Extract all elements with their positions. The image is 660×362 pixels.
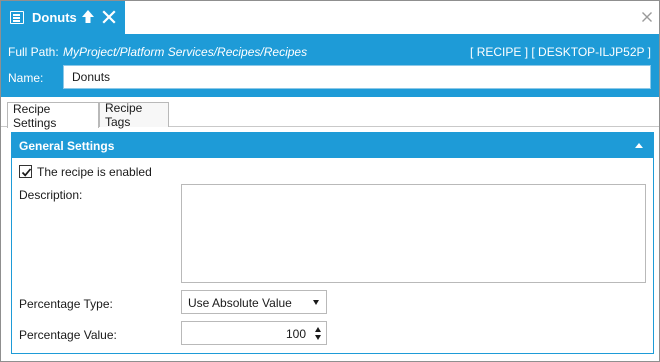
checkmark-icon xyxy=(21,168,32,177)
description-field[interactable] xyxy=(181,184,646,283)
percentage-type-value: Use Absolute Value xyxy=(188,296,292,310)
chevron-up-icon[interactable] xyxy=(635,143,643,148)
full-path-label: Full Path: xyxy=(8,45,59,59)
document-tab-strip: Donuts xyxy=(1,1,659,34)
full-path-value: MyProject/Platform Services/Recipes/Reci… xyxy=(63,45,308,59)
percentage-type-select[interactable]: Use Absolute Value xyxy=(181,290,327,314)
name-input[interactable] xyxy=(63,65,651,89)
percentage-value-label: Percentage Value: xyxy=(19,328,117,342)
pin-icon[interactable] xyxy=(81,9,95,25)
name-label: Name: xyxy=(8,71,44,85)
percentage-type-label: Percentage Type: xyxy=(19,297,113,311)
spin-down-icon[interactable] xyxy=(315,335,321,340)
spin-up-icon[interactable] xyxy=(315,327,321,332)
settings-tab-bar: Recipe Settings Recipe Tags xyxy=(1,97,659,130)
recipe-editor-window: Donuts Full Path: MyProject/Platform Ser… xyxy=(0,0,660,362)
recipe-document-icon xyxy=(10,11,24,24)
tab-recipe-settings[interactable]: Recipe Settings xyxy=(7,102,99,130)
recipe-header: Full Path: MyProject/Platform Services/R… xyxy=(1,34,659,97)
document-tab-title: Donuts xyxy=(32,10,77,25)
description-label: Description: xyxy=(19,188,83,202)
recipe-enabled-label: The recipe is enabled xyxy=(37,165,152,179)
recipe-type-tag: [ RECIPE ] [ DESKTOP-ILJP52P ] xyxy=(470,45,651,59)
dropdown-arrow-icon xyxy=(313,300,319,305)
tab-recipe-tags[interactable]: Recipe Tags xyxy=(99,101,169,129)
close-tab-icon[interactable] xyxy=(101,9,117,25)
recipe-enabled-checkbox[interactable] xyxy=(19,165,32,178)
percentage-value-spinner[interactable]: 100 xyxy=(181,321,327,345)
general-settings-header[interactable]: General Settings xyxy=(12,133,653,158)
general-settings-section: General Settings The recipe is enabled D… xyxy=(11,132,654,354)
percentage-value: 100 xyxy=(285,327,306,341)
close-window-icon[interactable] xyxy=(641,11,653,23)
section-title: General Settings xyxy=(19,139,115,153)
document-tab-donuts[interactable]: Donuts xyxy=(1,1,125,34)
